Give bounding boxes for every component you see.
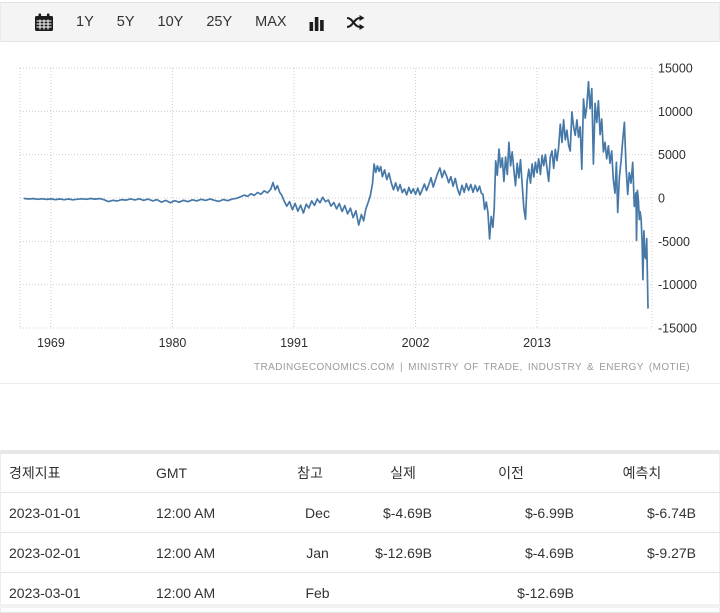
cell-reference: Dec	[260, 493, 360, 533]
y-tick-label: -15000	[658, 322, 697, 336]
cell-actual: $-12.69B	[360, 533, 446, 573]
y-tick-label: 10000	[658, 105, 693, 119]
table-header-row: 경제지표GMT참고실제이전예측치	[1, 454, 720, 493]
range-button-max[interactable]: MAX	[252, 12, 289, 32]
compare-button[interactable]	[344, 12, 367, 33]
col-header-actual: 실제	[360, 454, 446, 493]
y-tick-label: -5000	[658, 235, 690, 249]
table-row[interactable]: 2023-02-0112:00 AMJan$-12.69B$-4.69B$-9.…	[1, 533, 720, 573]
range-button-10y[interactable]: 10Y	[155, 12, 187, 32]
cell-date: 2023-02-01	[1, 533, 148, 573]
x-tick-label: 2002	[402, 336, 430, 350]
table-row[interactable]: 2023-01-0112:00 AMDec$-4.69B$-6.99B$-6.7…	[1, 493, 720, 533]
y-tick-label: -10000	[658, 278, 697, 292]
cell-gmt: 12:00 AM	[148, 533, 260, 573]
range-button-5y[interactable]: 5Y	[114, 12, 138, 32]
col-header-previous: 이전	[446, 454, 576, 493]
page-background-strip	[0, 604, 720, 608]
col-header-forecast: 예측치	[576, 454, 720, 493]
chart-type-button[interactable]	[307, 12, 327, 33]
range-button-25y[interactable]: 25Y	[203, 12, 235, 32]
col-header-gmt: GMT	[148, 454, 260, 493]
cell-forecast: $-6.74B	[576, 493, 720, 533]
x-tick-label: 1991	[280, 336, 308, 350]
x-tick-label: 2013	[523, 336, 551, 350]
y-tick-label: 0	[658, 192, 665, 206]
economic-calendar-table: 경제지표GMT참고실제이전예측치 2023-01-0112:00 AMDec$-…	[0, 450, 720, 613]
col-header-reference: 참고	[260, 454, 360, 493]
chart-attribution: TRADINGECONOMICS.COM | MINISTRY OF TRADE…	[254, 362, 690, 373]
cell-gmt: 12:00 AM	[148, 493, 260, 533]
chart-panel: 15000 10000 5000 0 -5000 -10000 -15000 1969 1980…	[0, 44, 720, 384]
calendar-button[interactable]	[32, 11, 56, 34]
calendar-table: 경제지표GMT참고실제이전예측치 2023-01-0112:00 AMDec$-…	[1, 454, 720, 613]
x-tick-label: 1980	[159, 336, 187, 350]
y-tick-label: 15000	[658, 62, 693, 76]
cell-date: 2023-01-01	[1, 493, 148, 533]
range-button-1y[interactable]: 1Y	[73, 12, 97, 32]
cell-actual: $-4.69B	[360, 493, 446, 533]
bar-chart-icon	[309, 14, 325, 31]
cell-forecast: $-9.27B	[576, 533, 720, 573]
calendar-icon	[34, 13, 54, 32]
line-chart[interactable]: 15000 10000 5000 0 -5000 -10000 -15000 1969 1980…	[0, 44, 720, 384]
cell-previous: $-4.69B	[446, 533, 576, 573]
cell-reference: Jan	[260, 533, 360, 573]
shuffle-icon	[346, 14, 365, 31]
cell-previous: $-6.99B	[446, 493, 576, 533]
range-button-group: 1Y 5Y 10Y 25Y MAX	[73, 12, 307, 32]
col-header-indicator: 경제지표	[1, 454, 148, 493]
x-tick-label: 1969	[37, 336, 65, 350]
y-tick-label: 5000	[658, 148, 686, 162]
chart-toolbar: 1Y 5Y 10Y 25Y MAX	[0, 2, 720, 42]
series-line	[24, 82, 648, 308]
